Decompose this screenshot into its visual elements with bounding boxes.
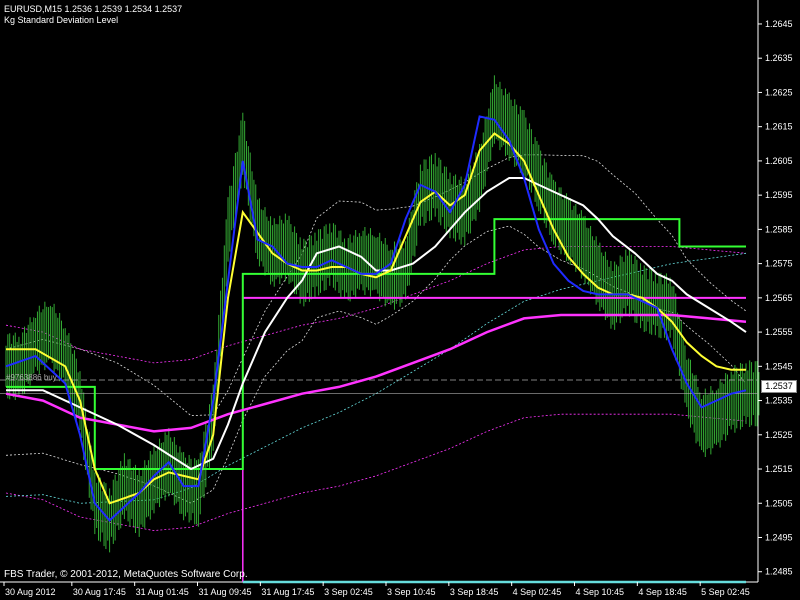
order-label: #9763886 buy [6,373,57,382]
price-tick-label: 1.2635 [765,53,793,63]
time-tick-label: 31 Aug 17:45 [261,587,314,597]
copyright-text: FBS Trader, © 2001-2012, MetaQuotes Soft… [4,569,248,580]
price-tick-label: 1.2575 [765,259,793,269]
price-chart[interactable]: 1.2645 1.2635 1.2625 1.2615 1.2605 1.2595 1.25… [0,0,800,600]
price-tick-label: 1.2585 [765,224,793,234]
price-tick-label: 1.2535 [765,396,793,406]
price-tick-label: 1.2515 [765,464,793,474]
price-tick-label: 1.2555 [765,327,793,337]
time-tick-label: 30 Aug 2012 [5,587,56,597]
price-tick-label: 1.2485 [765,567,793,577]
price-tick-label: 1.2525 [765,430,793,440]
indicator-name: Kg Standard Deviation Level [4,15,119,25]
time-tick-label: 3 Sep 18:45 [450,587,499,597]
price-tick-label: 1.2615 [765,122,793,132]
price-tick-label: 1.2625 [765,87,793,97]
price-tick-label: 1.2605 [765,156,793,166]
price-tick-label: 1.2545 [765,361,793,371]
price-tick-label: 1.2595 [765,190,793,200]
time-tick-label: 31 Aug 01:45 [136,587,189,597]
price-tick-label: 1.2565 [765,293,793,303]
time-tick-label: 3 Sep 10:45 [387,587,436,597]
time-tick-label: 4 Sep 02:45 [513,587,562,597]
time-tick-label: 4 Sep 18:45 [638,587,687,597]
symbol-header: EURUSD,M15 1.2536 1.2539 1.2534 1.2537 [4,4,183,14]
time-tick-label: 3 Sep 02:45 [324,587,373,597]
time-tick-label: 30 Aug 17:45 [73,587,126,597]
price-tick-label: 1.2505 [765,498,793,508]
price-tick-label: 1.2495 [765,532,793,542]
price-tick-label: 1.2645 [765,19,793,29]
time-tick-label: 4 Sep 10:45 [576,587,625,597]
time-tick-label: 5 Sep 02:45 [701,587,750,597]
time-tick-label: 31 Aug 09:45 [199,587,252,597]
current-price-tag: 1.2537 [761,380,797,393]
